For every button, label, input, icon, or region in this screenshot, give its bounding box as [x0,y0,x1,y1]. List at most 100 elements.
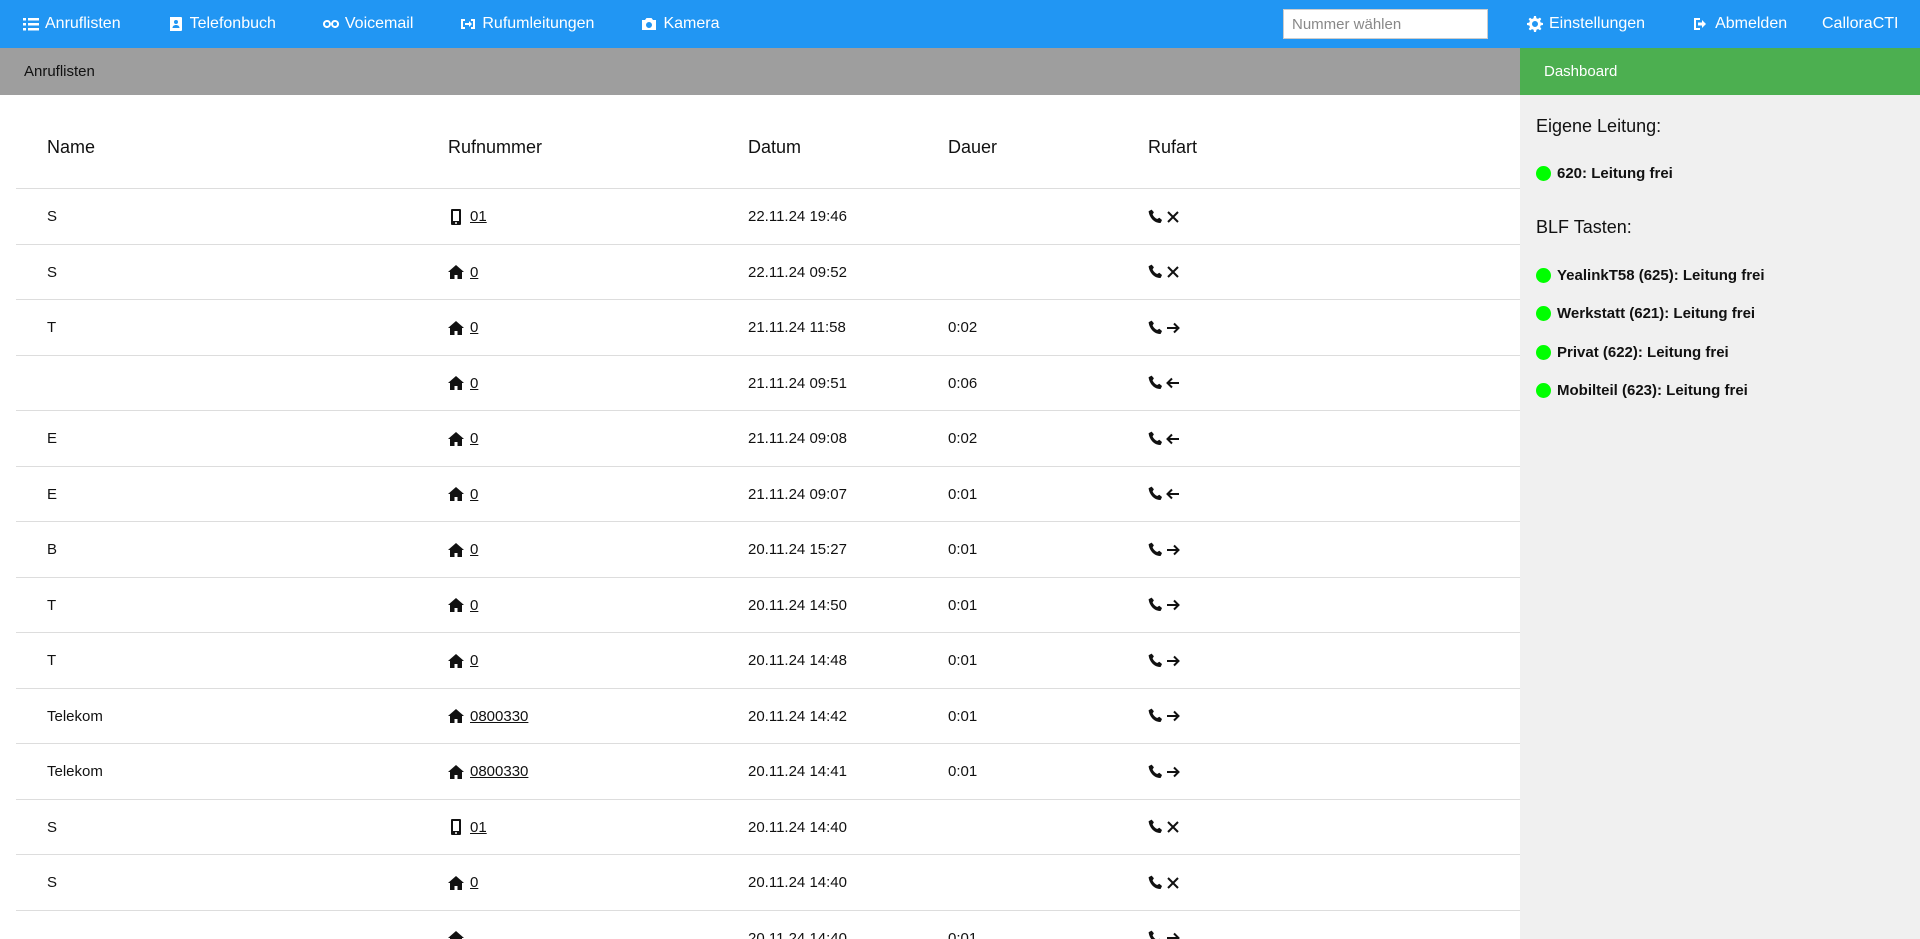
table-row[interactable]: S 0 22.11.24 09:52 [16,245,1520,300]
table-row[interactable]: E 0 21.11.24 09:08 0:02 [16,411,1520,467]
table-row[interactable]: E 0 21.11.24 09:07 0:01 [16,467,1520,522]
cell-call-type [1148,411,1180,466]
nav-telefonbuch[interactable]: Telefonbuch [168,0,276,48]
phone-icon [1148,375,1162,389]
nav-label: Abmelden [1715,15,1788,32]
phone-number-link[interactable]: 0 [470,874,478,891]
table-row[interactable]: T 0 20.11.24 14:50 0:01 [16,578,1520,633]
cell-duration: 0:06 [948,374,978,392]
phone-icon [1148,819,1162,833]
phone-icon [1148,764,1162,778]
column-header-duration: Dauer [948,137,998,157]
table-row[interactable]: T 0 20.11.24 14:48 0:01 [16,633,1520,689]
nav-einstellungen[interactable]: Einstellungen [1527,0,1645,48]
outgoing-call-icon [1167,599,1180,611]
cell-number: 0 [448,578,478,633]
cell-number: 0 [448,633,478,688]
table-row[interactable]: B 0 20.11.24 15:27 0:01 [16,522,1520,578]
phone-number-link[interactable]: 0 [470,486,478,503]
nav-label: Kamera [663,15,720,32]
mobile-icon [451,208,461,225]
dial-number-input[interactable] [1283,9,1488,39]
outgoing-call-icon [1167,932,1180,939]
cell-date: 20.11.24 14:41 [748,763,847,780]
line-label: Privat (622): Leitung frei [1557,344,1729,361]
phone-number-link[interactable]: 0 [470,597,478,614]
cell-date: 20.11.24 14:48 [748,652,847,669]
nav-anruflisten[interactable]: Anruflisten [23,0,121,48]
table-row[interactable]: 0 21.11.24 09:51 0:06 [16,356,1520,411]
phone-icon [1148,320,1162,334]
phone-number-link[interactable]: 0 [470,652,478,669]
blf-key[interactable]: Werkstatt (621): Leitung frei [1536,305,1755,322]
voicemail-icon [322,19,339,28]
column-header-number: Rufnummer [448,137,543,157]
home-icon [448,265,464,279]
phone-icon [1148,930,1160,939]
column-header-name: Name [47,137,96,157]
column-header-type: Rufart [1148,137,1198,157]
cell-number: 0800330 [448,689,528,744]
phone-icon [1148,597,1162,611]
table-row[interactable]: Telekom 0800330 20.11.24 14:41 0:01 [16,744,1520,800]
cell-call-type [1148,578,1180,633]
phone-number-link[interactable]: 0 [470,430,478,447]
table-row[interactable]: S 01 22.11.24 19:46 [16,189,1520,245]
phone-number-link[interactable]: 0 [470,375,478,392]
status-dot-icon [1536,306,1551,321]
table-row[interactable]: T 0 21.11.24 11:58 0:02 [16,300,1520,356]
home-icon [448,487,464,501]
nav-label: Anruflisten [45,15,121,32]
phone-number-link[interactable]: 0 [470,541,478,558]
status-dot-icon [1536,383,1551,398]
home-icon [448,376,464,390]
missed-call-icon [1167,210,1179,223]
phone-number-link[interactable]: 0 [470,264,478,281]
table-row[interactable]: S 01 20.11.24 14:40 [16,800,1520,855]
cell-date: 21.11.24 09:07 [748,485,847,503]
cell-call-type [1148,689,1180,744]
nav-rufumleitungen[interactable]: Rufumleitungen [460,0,594,48]
cell-number: 0 [448,300,478,355]
cell-name: Telekom [47,763,103,780]
phone-icon [1148,486,1162,500]
home-icon [448,320,464,335]
table-row[interactable]: 20.11.24 14:40 0:01 [16,911,1520,939]
cell-call-type [1148,300,1180,355]
home-icon [448,431,464,446]
brand-name[interactable]: CalloraCTI [1822,0,1898,48]
table-row[interactable]: S 0 20.11.24 14:40 [16,855,1520,911]
nav-kamera[interactable]: Kamera [641,0,719,48]
nav-voicemail[interactable]: Voicemail [322,0,413,48]
incoming-call-icon [1166,488,1179,500]
outgoing-call-icon [1167,322,1180,333]
phone-number-link[interactable]: 0 [470,319,478,336]
phone-icon [1148,875,1162,889]
cell-name: S [47,874,58,891]
table-row[interactable]: Telekom 0800330 20.11.24 14:42 0:01 [16,689,1520,744]
cell-duration: 0:01 [948,596,978,614]
phone-number-link[interactable]: 01 [470,208,487,225]
missed-call-icon [1167,821,1179,833]
blf-key[interactable]: YealinkT58 (625): Leitung frei [1536,267,1765,284]
own-line-status[interactable]: 620: Leitung frei [1536,165,1673,182]
phone-number-link[interactable]: 0800330 [470,708,528,725]
status-dot-icon [1536,345,1551,360]
cell-call-type [1148,800,1180,855]
cell-duration: 0:01 [948,541,978,558]
phone-number-link[interactable]: 0800330 [470,763,528,780]
nav-abmelden[interactable]: Abmelden [1693,0,1787,48]
blf-key[interactable]: Mobilteil (623): Leitung frei [1536,382,1748,399]
outgoing-call-icon [1167,766,1180,777]
dashboard-tab[interactable]: Dashboard [1520,48,1920,95]
blf-key[interactable]: Privat (622): Leitung frei [1536,344,1729,361]
cell-number: 0 [448,467,478,522]
home-icon [448,709,464,723]
dashboard-panel: Eigene Leitung: 620: Leitung frei BLF Ta… [1520,95,1920,939]
phone-number-link[interactable]: 01 [470,819,487,836]
phone-icon [1148,209,1162,223]
home-icon [448,764,464,779]
cell-number: 0800330 [448,744,528,799]
cell-date: 21.11.24 09:51 [748,374,847,392]
cell-date: 20.11.24 14:40 [748,818,847,836]
